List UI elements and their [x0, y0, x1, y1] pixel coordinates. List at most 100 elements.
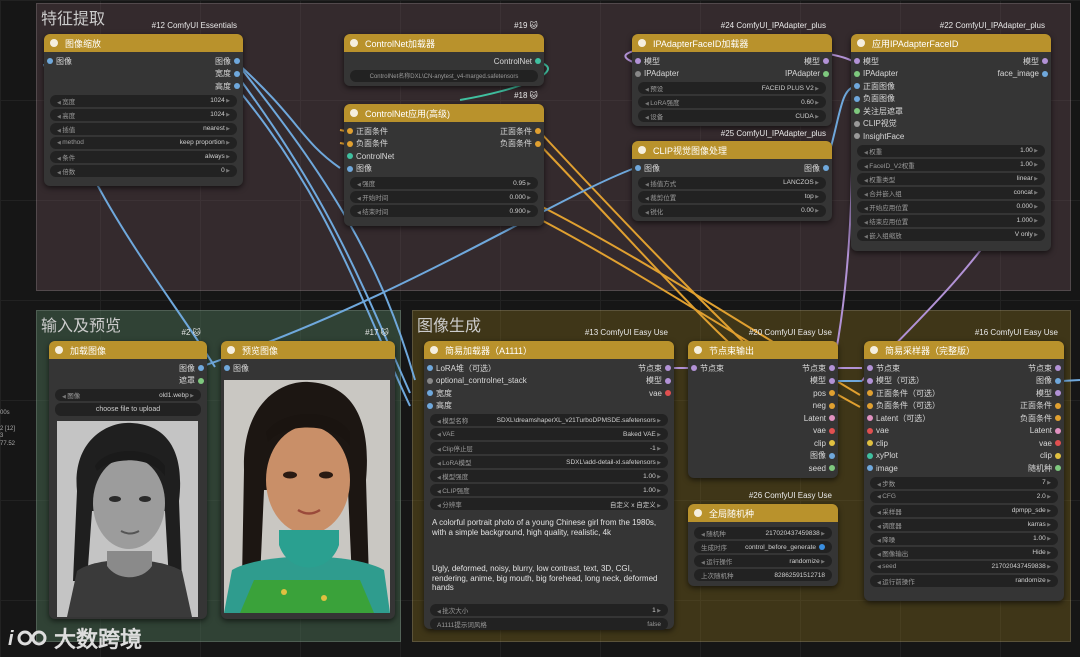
widget-seed[interactable]: 随机种217020437459838 — [694, 527, 832, 539]
output-model[interactable]: 模型 — [646, 375, 671, 388]
input-negative-image[interactable]: 负面图像 — [851, 93, 1051, 104]
widget-action[interactable]: 运行操作randomize — [694, 555, 832, 567]
input-controlnet-stack[interactable]: optional_controlnet_stack — [424, 376, 674, 385]
node-ipadapter-faceid-loader[interactable]: #24 ComfyUI_IPAdapter_plus IPAdapterFace… — [632, 21, 832, 126]
output-ipadapter[interactable]: IPAdapter — [785, 68, 829, 81]
node-header[interactable]: 加载图像 — [49, 341, 207, 359]
output-negative[interactable]: 负面条件 — [1020, 412, 1061, 425]
output-neg[interactable]: neg — [813, 400, 836, 413]
negative-prompt-textarea[interactable]: Ugly, deformed, noisy, blurry, low contr… — [432, 564, 666, 600]
output-model[interactable]: 模型 — [810, 375, 835, 388]
output-pipe[interactable]: 节点束 — [1028, 362, 1061, 375]
collapse-dot-icon[interactable] — [350, 109, 358, 117]
input-model[interactable]: 模型 — [632, 56, 832, 67]
output-model[interactable]: 模型 — [1036, 387, 1061, 400]
widget-end-at[interactable]: 结束应用位置1.000 — [857, 214, 1045, 227]
node-header[interactable]: 节点束输出 — [688, 341, 838, 359]
widget-clip-skip[interactable]: Clip停止层-1 — [430, 442, 668, 454]
node-header[interactable]: ControlNet应用(高级) — [344, 104, 544, 122]
output-clip[interactable]: clip — [1040, 450, 1062, 463]
output-latent[interactable]: Latent — [804, 412, 836, 425]
node-header[interactable]: 图像缩放 — [44, 34, 243, 52]
node-controlnet-loader[interactable]: #19 🐱 ControlNet加载器 ControlNet ControlNe… — [344, 21, 544, 86]
collapse-dot-icon[interactable] — [430, 346, 438, 354]
widget-height[interactable]: 高度1024 — [50, 108, 237, 121]
output-width[interactable]: 宽度 — [215, 68, 240, 81]
output-latent[interactable]: Latent — [1030, 425, 1062, 438]
node-apply-ipadapter-faceid[interactable]: #22 ComfyUI_IPAdapter_plus 应用IPAdapterFa… — [851, 21, 1051, 251]
input-clip-vision[interactable]: CLIP视觉 — [851, 118, 1051, 129]
widget-interpolation[interactable]: 插值方式LANCZOS — [638, 176, 826, 189]
positive-prompt-textarea[interactable]: A colorful portrait photo of a young Chi… — [432, 518, 666, 560]
node-pipe-out[interactable]: #20 ComfyUI Easy Use 节点束输出 节点束 节点束 模型 pos… — [688, 328, 838, 478]
widget-interpolation[interactable]: 插值nearest — [50, 122, 237, 135]
widget-image-file[interactable]: 图像old1.webp — [55, 389, 201, 401]
node-header[interactable]: ControlNet加载器 — [344, 34, 544, 52]
node-clip-vision-preprocess[interactable]: #25 ComfyUI_IPAdapter_plus CLIP视觉图像处理 图像… — [632, 129, 832, 221]
output-clip[interactable]: clip — [814, 437, 836, 450]
input-image[interactable]: 图像 — [344, 163, 544, 174]
collapse-dot-icon[interactable] — [227, 346, 235, 354]
node-header[interactable]: IPAdapterFaceID加载器 — [632, 34, 832, 52]
output-image[interactable]: 图像 — [215, 55, 240, 68]
widget-a1111-prompt-style[interactable]: A1111提示词风格 false — [430, 618, 668, 630]
output-vae[interactable]: vae — [649, 387, 671, 400]
widget-crop-position[interactable]: 裁剪位置top — [638, 190, 826, 203]
output-positive[interactable]: 正面条件 — [500, 125, 541, 138]
widget-sampler[interactable]: 采样器dpmpp_sde — [870, 504, 1058, 517]
output-vae[interactable]: vae — [1039, 437, 1061, 450]
node-header[interactable]: CLIP视觉图像处理 — [632, 141, 832, 159]
collapse-dot-icon[interactable] — [870, 346, 878, 354]
input-lora-stack[interactable]: LoRA堆（可选） — [424, 363, 674, 374]
widget-lora-strength[interactable]: LoRA强度0.60 — [638, 96, 826, 108]
output-model[interactable]: 模型 — [804, 55, 829, 68]
input-attn-mask[interactable]: 关注层遮罩 — [851, 106, 1051, 117]
input-positive-optional[interactable]: 正面条件（可选） — [864, 388, 1064, 399]
widget-end[interactable]: 结束时间0.900 — [350, 205, 538, 217]
collapse-dot-icon[interactable] — [694, 509, 702, 517]
input-controlnet[interactable]: ControlNet — [344, 152, 544, 161]
widget-start[interactable]: 开始时间0.000 — [350, 191, 538, 203]
input-insightface[interactable]: InsightFace — [851, 132, 1051, 141]
widget-multiple[interactable]: 倍数0 — [50, 164, 237, 177]
output-pipe[interactable]: 节点束 — [802, 362, 835, 375]
output-face-image[interactable]: face_image — [998, 68, 1049, 81]
input-model-optional[interactable]: 模型（可选） — [864, 375, 1064, 386]
input-image[interactable]: 图像 — [221, 363, 395, 374]
output-vae[interactable]: vae — [813, 425, 835, 438]
node-header[interactable]: 全局随机种 — [688, 504, 838, 522]
input-xyplot[interactable]: xyPlot — [864, 451, 1064, 460]
widget-batch-size[interactable]: 批次大小1 — [430, 604, 668, 616]
widget-ckpt-name[interactable]: 模型名称SDXL\dreamshaperXL_v21TurboDPMSDE.sa… — [430, 414, 668, 426]
widget-sharpen[interactable]: 锐化0.00 — [638, 204, 826, 217]
collapse-dot-icon[interactable] — [55, 346, 63, 354]
output-negative[interactable]: 负面条件 — [500, 138, 541, 151]
widget-width[interactable]: 宽度1024 — [50, 94, 237, 107]
input-image[interactable]: 图像 — [44, 56, 243, 67]
node-easy-loader-a1111[interactable]: #13 ComfyUI Easy Use 简易加载器（A1111） LoRA堆（… — [424, 328, 674, 630]
widget-strength[interactable]: 强度0.95 — [350, 177, 538, 189]
input-height[interactable]: 高度 — [424, 400, 674, 411]
widget-model-strength[interactable]: 模型强度1.00 — [430, 470, 668, 482]
output-image[interactable]: 图像 — [1036, 375, 1061, 388]
node-preview-image[interactable]: #17 🐱 预览图像 图像 — [221, 328, 395, 619]
widget-resolution[interactable]: 分辨率自定义 x 自定义 — [430, 498, 668, 510]
output-pos[interactable]: pos — [813, 387, 835, 400]
widget-weight[interactable]: 权重1.00 — [857, 144, 1045, 157]
widget-last-seed[interactable]: 上次随机种 828625915127​18 — [694, 569, 832, 581]
collapse-dot-icon[interactable] — [857, 39, 865, 47]
widget-preset[interactable]: 预设FACEID PLUS V2 — [638, 82, 826, 94]
widget-seed[interactable]: seed217020437459838 — [870, 560, 1058, 573]
node-header[interactable]: 应用IPAdapterFaceID — [851, 34, 1051, 52]
output-positive[interactable]: 正面条件 — [1020, 400, 1061, 413]
widget-faceid-v2-weight[interactable]: FaceID_V2权重1.00 — [857, 158, 1045, 171]
collapse-dot-icon[interactable] — [638, 146, 646, 154]
widget-denoise[interactable]: 降噪1.00 — [870, 532, 1058, 545]
widget-control-timing[interactable]: 生成时序 control_before_generate — [694, 541, 832, 553]
node-header[interactable]: 预览图像 — [221, 341, 395, 359]
widget-device[interactable]: 设备CUDA — [638, 110, 826, 122]
widget-lora-name[interactable]: LoRA模型SDXL\add-detail-xl.safetensors — [430, 456, 668, 468]
widget-vae[interactable]: VAEBaked VAE — [430, 428, 668, 440]
input-clip[interactable]: clip — [864, 439, 1064, 448]
output-seed[interactable]: 随机种 — [1028, 462, 1061, 475]
